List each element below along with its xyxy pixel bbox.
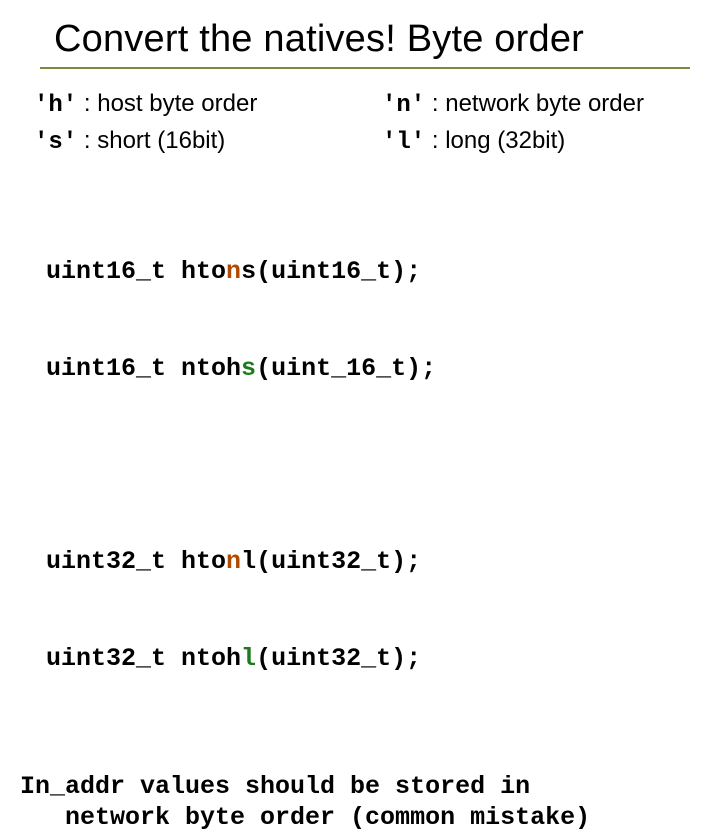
footnote: In_addr values should be stored in netwo… bbox=[20, 771, 690, 833]
definition-l: 'l' : long (32bit) bbox=[382, 124, 690, 161]
footnote-line-1: In_addr values should be stored in bbox=[20, 772, 530, 801]
code-line-ntohs: uint16_t ntohs(uint_16_t); bbox=[46, 353, 690, 386]
definitions-left-column: 'h' : host byte order 's' : short (16bit… bbox=[34, 87, 342, 161]
title-rule: Convert the natives! Byte order bbox=[40, 18, 690, 69]
literal-h: 'h' bbox=[34, 92, 77, 119]
code-line-ntohl: uint32_t ntohl(uint32_t); bbox=[46, 643, 690, 676]
code-line-htonl: uint32_t htonl(uint32_t); bbox=[46, 546, 690, 579]
definition-text: : long (32bit) bbox=[432, 127, 565, 154]
definitions: 'h' : host byte order 's' : short (16bit… bbox=[34, 87, 690, 161]
definition-s: 's' : short (16bit) bbox=[34, 124, 342, 161]
literal-n: 'n' bbox=[382, 92, 425, 119]
definitions-right-column: 'n' : network byte order 'l' : long (32b… bbox=[382, 87, 690, 161]
definition-h: 'h' : host byte order bbox=[34, 87, 342, 124]
literal-l: 'l' bbox=[382, 129, 425, 156]
slide-title: Convert the natives! Byte order bbox=[54, 18, 690, 61]
footnote-line-2: network byte order (common mistake) bbox=[20, 803, 590, 832]
definition-text: : host byte order bbox=[84, 90, 257, 117]
code-line-htons: uint16_t htons(uint16_t); bbox=[46, 256, 690, 289]
definition-n: 'n' : network byte order bbox=[382, 87, 690, 124]
definition-text: : network byte order bbox=[432, 90, 644, 117]
definition-text: : short (16bit) bbox=[84, 127, 225, 154]
code-block-16bit: uint16_t htons(uint16_t); uint16_t ntohs… bbox=[46, 191, 690, 451]
literal-s: 's' bbox=[34, 129, 77, 156]
code-block-32bit: uint32_t htonl(uint32_t); uint32_t ntohl… bbox=[46, 481, 690, 741]
slide: Convert the natives! Byte order 'h' : ho… bbox=[0, 0, 720, 540]
